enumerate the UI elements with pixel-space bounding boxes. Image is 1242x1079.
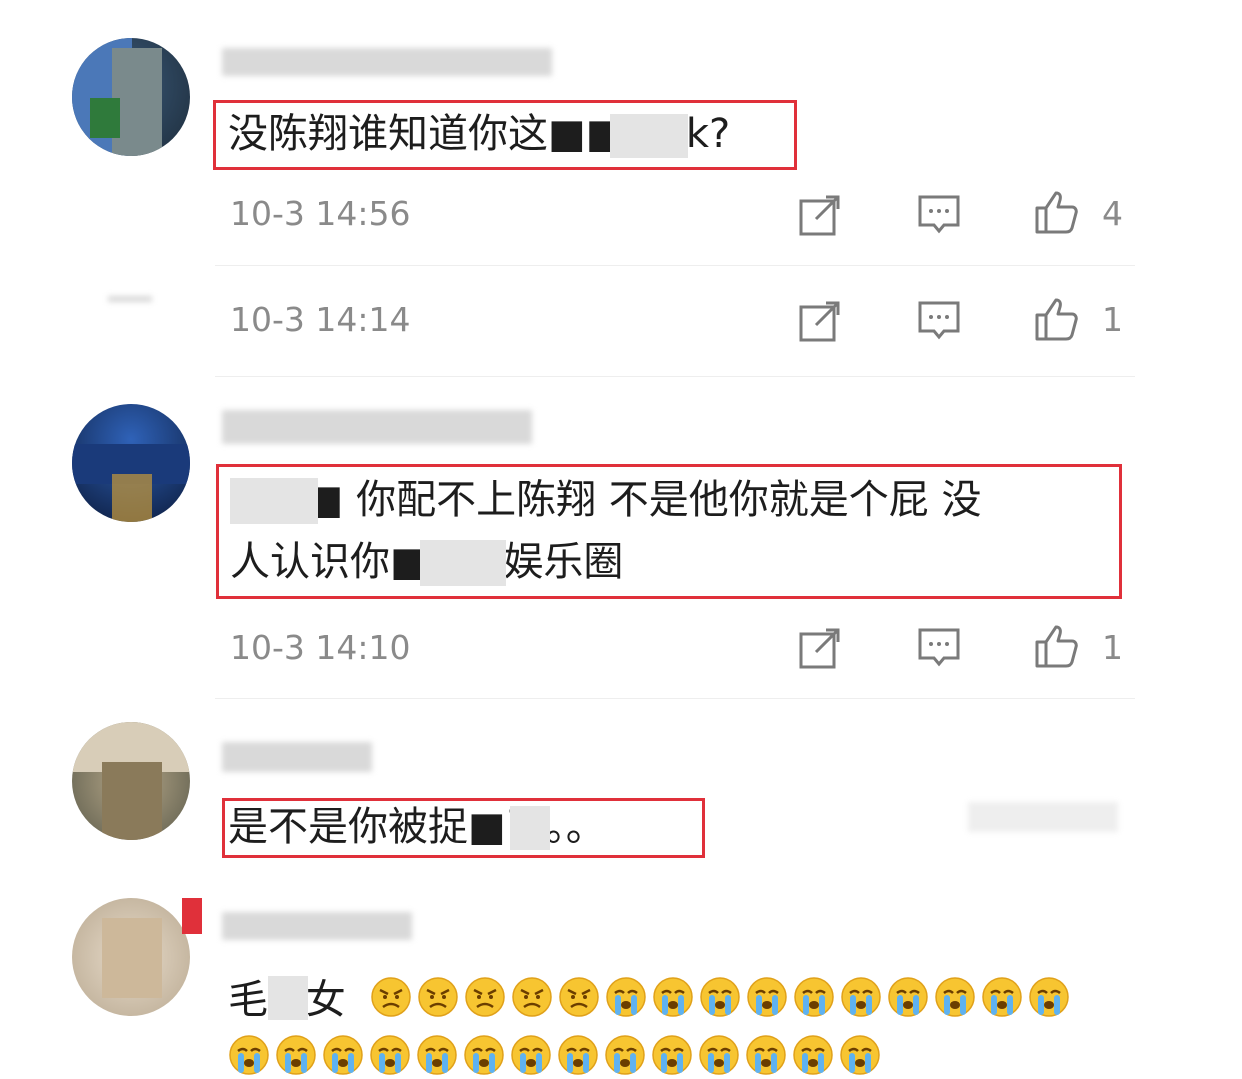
divider xyxy=(215,698,1135,699)
timestamp: 10-3 14:10 xyxy=(230,628,411,667)
username-blurred xyxy=(222,410,532,444)
emoji-row xyxy=(228,1034,886,1076)
timestamp: 10-3 14:14 xyxy=(230,300,411,339)
username-blurred xyxy=(222,742,372,772)
share-icon[interactable] xyxy=(798,299,842,343)
crying-face-icon xyxy=(935,977,975,1017)
crying-face-icon xyxy=(888,977,928,1017)
comment-text-line1: ■■■ 你配不上陈翔 不是他你就是个屁 没 xyxy=(230,477,982,523)
censor-block xyxy=(268,976,308,1020)
crying-face-icon xyxy=(1029,977,1069,1017)
angry-face-icon xyxy=(559,977,599,1017)
comment-icon[interactable] xyxy=(917,299,961,343)
crying-face-icon xyxy=(229,1035,269,1075)
crying-face-icon xyxy=(840,1035,880,1075)
crying-face-icon xyxy=(653,977,693,1017)
like-count: 1 xyxy=(1102,628,1123,667)
avatar[interactable] xyxy=(72,38,190,156)
censor-block xyxy=(610,114,688,158)
crying-face-icon xyxy=(605,1035,645,1075)
crying-face-icon xyxy=(464,1035,504,1075)
divider xyxy=(215,376,1135,377)
crying-face-icon xyxy=(746,1035,786,1075)
crying-face-icon xyxy=(323,1035,363,1075)
angry-face-icon xyxy=(418,977,458,1017)
avatar[interactable] xyxy=(72,898,190,1016)
comment-icon[interactable] xyxy=(917,193,961,237)
like-icon[interactable] xyxy=(1034,297,1078,341)
crying-face-icon xyxy=(370,1035,410,1075)
crying-face-icon xyxy=(558,1035,598,1075)
share-icon[interactable] xyxy=(798,193,842,237)
crying-face-icon xyxy=(747,977,787,1017)
angry-face-icon xyxy=(465,977,505,1017)
crying-face-icon xyxy=(699,1035,739,1075)
badge xyxy=(182,898,202,934)
timestamp: 10-3 14:56 xyxy=(230,194,411,233)
crying-face-icon xyxy=(982,977,1022,1017)
angry-face-icon xyxy=(371,977,411,1017)
share-icon[interactable] xyxy=(798,626,842,670)
username-blurred xyxy=(222,912,412,940)
crying-face-icon xyxy=(794,977,834,1017)
meta-blurred xyxy=(968,802,1118,832)
crying-face-icon xyxy=(793,1035,833,1075)
censor-block xyxy=(230,478,318,524)
angry-face-icon xyxy=(512,977,552,1017)
crying-face-icon xyxy=(511,1035,551,1075)
censor-block xyxy=(420,540,506,586)
like-count: 4 xyxy=(1102,194,1123,233)
crying-face-icon xyxy=(841,977,881,1017)
crying-face-icon xyxy=(652,1035,692,1075)
comment-icon[interactable] xyxy=(917,626,961,670)
crying-face-icon xyxy=(606,977,646,1017)
crying-face-icon xyxy=(417,1035,457,1075)
username-blurred xyxy=(108,296,152,302)
crying-face-icon xyxy=(276,1035,316,1075)
like-icon[interactable] xyxy=(1034,624,1078,668)
emoji-row xyxy=(370,976,1075,1018)
avatar[interactable] xyxy=(72,722,190,840)
username-blurred xyxy=(222,48,552,76)
crying-face-icon xyxy=(700,977,740,1017)
censor-block xyxy=(510,806,550,850)
avatar[interactable] xyxy=(72,404,190,522)
like-icon[interactable] xyxy=(1034,190,1078,234)
like-count: 1 xyxy=(1102,300,1123,339)
divider xyxy=(215,265,1135,266)
